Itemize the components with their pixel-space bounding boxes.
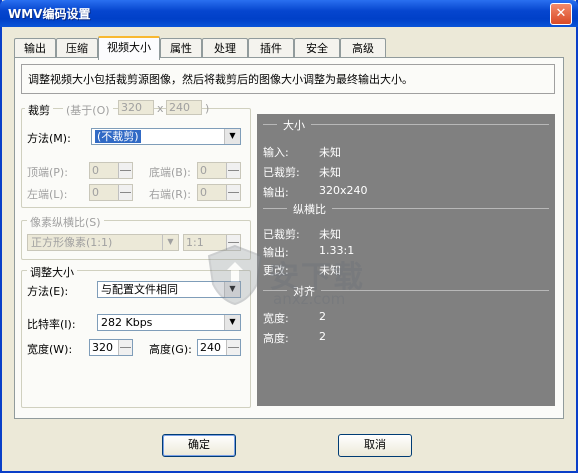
width-input[interactable]: 320 [89, 339, 133, 356]
resize-method-label: 方法(E): [27, 285, 69, 298]
tab-advanced[interactable]: 高级 [340, 38, 386, 58]
crop-base-width: 320 [118, 100, 154, 115]
window-title: WMV编码设置 [8, 7, 91, 21]
crop-top-input[interactable]: 0 [89, 162, 133, 179]
crop-method-value: (不裁剪) [95, 130, 141, 143]
title-bar[interactable]: WMV编码设置 ✕ [0, 0, 578, 27]
crop-right-input[interactable]: 0 [197, 184, 241, 201]
align-height-value: 2 [319, 330, 326, 343]
size-heading: 大小 [277, 117, 311, 133]
align-width-value: 2 [319, 310, 326, 323]
aspect-legend: 像素纵横比(S) [27, 214, 104, 230]
crop-top-label: 顶端(P): [27, 166, 68, 179]
align-height-label: 高度: [263, 332, 289, 345]
spin-updown-icon[interactable] [226, 185, 240, 200]
watermark-subtext: anxz.com [273, 290, 346, 308]
output-label: 输出: [263, 186, 289, 199]
description-text: 调整视频大小包括裁剪源图像，然后将裁剪后的图像大小调整为最终输出大小。 [21, 64, 555, 94]
crop-legend: 裁剪 [25, 102, 53, 118]
crop-method-select[interactable]: (不裁剪) ▼ [91, 128, 241, 145]
output-value: 320x240 [319, 184, 368, 197]
crop-bottom-input[interactable]: 0 [197, 162, 241, 179]
chevron-down-icon: ▼ [224, 315, 240, 330]
crop-left-input[interactable]: 0 [89, 184, 133, 201]
crop-right-label: 右端(R): [149, 188, 191, 201]
aspect-cropped-value: 未知 [319, 228, 341, 241]
tab-panel-video-size: 调整视频大小包括裁剪源图像，然后将裁剪后的图像大小调整为最终输出大小。 裁剪 (… [14, 57, 564, 419]
crop-base-close: ) [205, 102, 210, 115]
bitrate-label: 比特率(I): [27, 318, 76, 331]
aspect-value: 正方形像素(1:1) [31, 236, 113, 249]
shield-icon [207, 244, 263, 306]
watermark-logo: 安下载 anxz.com [205, 244, 363, 309]
height-value: 240 [200, 341, 221, 354]
bitrate-value: 282 Kbps [101, 316, 153, 329]
input-value: 未知 [319, 146, 341, 159]
spin-updown-icon[interactable] [118, 185, 132, 200]
crop-left-label: 左端(L): [27, 188, 68, 201]
aspect-custom-value: 1:1 [186, 236, 204, 249]
tab-security[interactable]: 安全 [294, 38, 340, 58]
tab-properties[interactable]: 属性 [160, 38, 202, 58]
width-value: 320 [92, 341, 113, 354]
crop-right-value: 0 [200, 186, 207, 199]
spin-updown-icon[interactable] [118, 163, 132, 178]
crop-base-height: 240 [166, 100, 202, 115]
crop-bottom-label: 底端(B): [149, 166, 191, 179]
aspect-heading: 纵横比 [287, 201, 332, 217]
width-label: 宽度(W): [27, 343, 73, 356]
height-input[interactable]: 240 [197, 339, 241, 356]
tab-output[interactable]: 输出 [14, 38, 56, 58]
resize-method-value: 与配置文件相同 [101, 283, 178, 296]
aspect-cropped-label: 已裁剪: [263, 228, 300, 241]
tab-compression[interactable]: 压缩 [56, 38, 98, 58]
chevron-down-icon: ▼ [224, 129, 240, 144]
tab-processing[interactable]: 处理 [202, 38, 248, 58]
chevron-down-icon: ▼ [162, 235, 178, 250]
spin-updown-icon[interactable] [226, 163, 240, 178]
resize-legend: 调整大小 [27, 264, 77, 280]
cropped-label: 已裁剪: [263, 166, 300, 179]
spin-updown-icon[interactable] [118, 340, 132, 355]
cancel-button[interactable]: 取消 [338, 434, 412, 457]
align-width-label: 宽度: [263, 312, 289, 325]
close-button[interactable]: ✕ [550, 3, 572, 25]
tab-video-size[interactable]: 视频大小 [98, 36, 160, 60]
crop-method-label: 方法(M): [27, 132, 71, 145]
spin-updown-icon[interactable] [226, 340, 240, 355]
height-label: 高度(G): [149, 343, 192, 356]
tab-plugins[interactable]: 插件 [248, 38, 294, 58]
bitrate-select[interactable]: 282 Kbps ▼ [97, 314, 241, 331]
crop-left-value: 0 [92, 186, 99, 199]
input-label: 输入: [263, 146, 289, 159]
crop-bottom-value: 0 [200, 164, 207, 177]
aspect-select[interactable]: 正方形像素(1:1) ▼ [27, 234, 179, 251]
crop-base-x: x [157, 102, 164, 115]
ok-button[interactable]: 确定 [162, 434, 236, 457]
close-icon: ✕ [555, 6, 567, 21]
crop-base-label: (基于(O) [63, 102, 113, 118]
dialog-window: WMV编码设置 ✕ 输出 压缩 视频大小 属性 处理 插件 安全 高级 调整视频… [0, 0, 578, 473]
crop-top-value: 0 [92, 164, 99, 177]
cropped-value: 未知 [319, 166, 341, 179]
